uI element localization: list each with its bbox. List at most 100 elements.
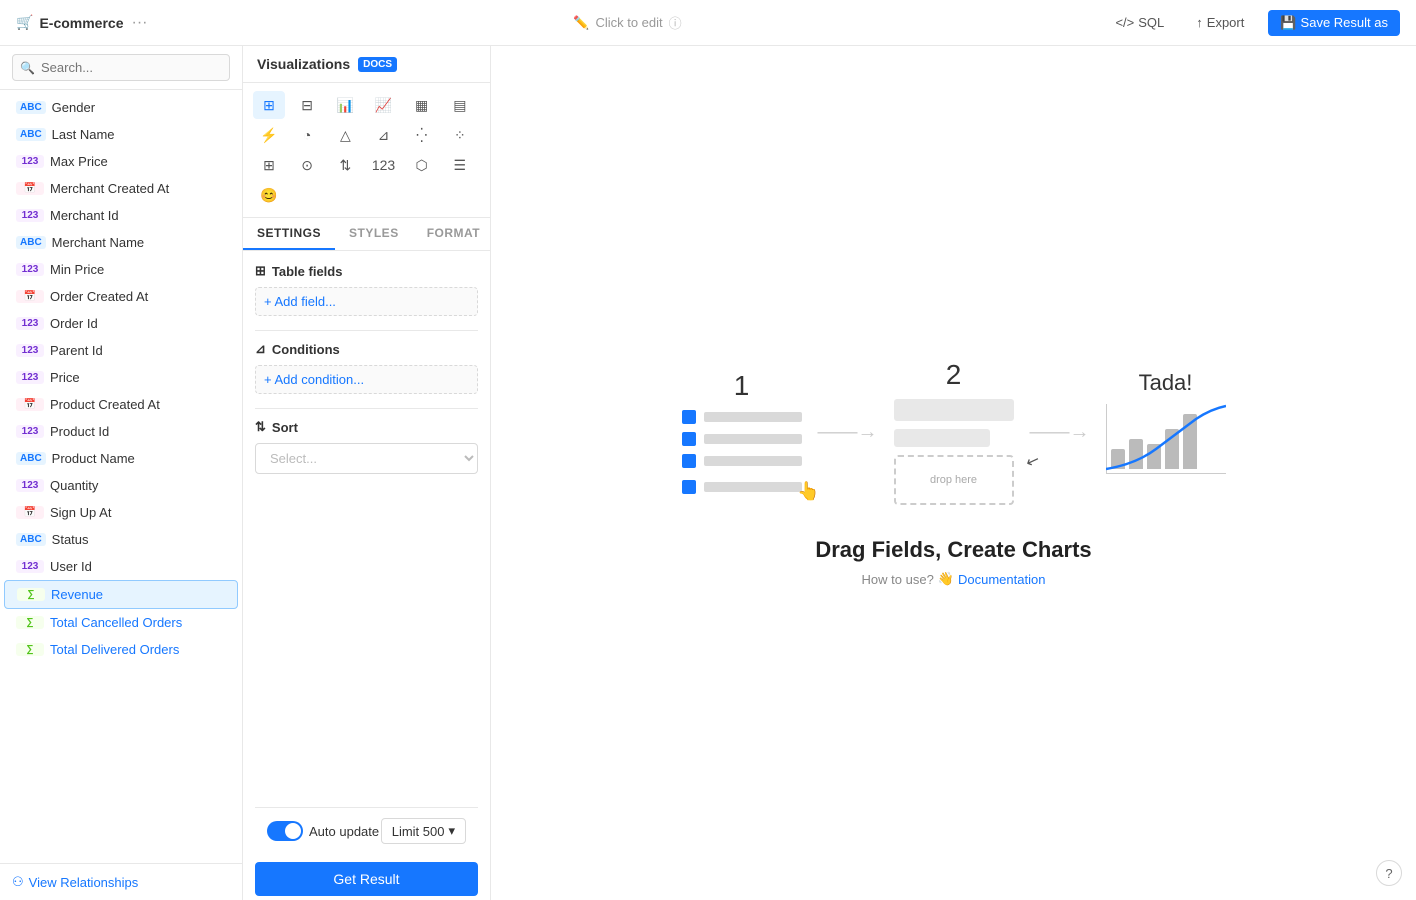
main-canvas: 1 👆 ——→ 2: [491, 46, 1416, 900]
number-icon-btn[interactable]: 123: [368, 151, 400, 179]
table-icon: ⊞: [255, 263, 266, 279]
field-item-left: 123 User Id: [16, 559, 92, 574]
steps-icon-btn[interactable]: ☰: [444, 151, 476, 179]
info-icon: ⓘ: [669, 13, 682, 32]
table-icon-btn[interactable]: ⊞: [253, 91, 285, 119]
gauge-icon-btn[interactable]: ⊙: [291, 151, 323, 179]
cursor-icon: 👆: [797, 481, 819, 502]
drag-arrow-icon: ↙: [1023, 449, 1042, 472]
field-item-left: 📅 Merchant Created At: [16, 181, 169, 196]
bar-chart-icon-btn[interactable]: 📊: [329, 91, 361, 119]
main-layout: 🔍 ABC Gender ⠿ ABC Last Name ⠿ 123 Max P…: [0, 46, 1416, 900]
app-brand: 🛒 E-commerce: [16, 14, 123, 31]
field-type-badge: 123: [16, 317, 44, 330]
field-item[interactable]: ∑ Revenue ⠿: [4, 580, 238, 609]
help-button[interactable]: ?: [1376, 860, 1402, 886]
field-name: Product Id: [50, 424, 109, 439]
sort-icon-btn[interactable]: ⇅: [329, 151, 361, 179]
viz-tab-format[interactable]: FORMAT: [413, 218, 494, 250]
field-item[interactable]: 123 Quantity ⠿: [4, 472, 238, 499]
pivot-icon-btn[interactable]: ⊟: [291, 91, 323, 119]
field-item[interactable]: ABC Last Name ⠿: [4, 121, 238, 148]
field-item[interactable]: 123 User Id ⠿: [4, 553, 238, 580]
drag-create-illustration: 1 👆 ——→ 2: [682, 359, 1226, 587]
chart-preview: [1106, 404, 1226, 494]
add-condition-button[interactable]: + Add condition...: [255, 365, 478, 394]
documentation-link[interactable]: Documentation: [958, 572, 1045, 587]
field-type-badge: 123: [16, 479, 44, 492]
field-name: Status: [52, 532, 89, 547]
field-item[interactable]: ABC Merchant Name ⠿: [4, 229, 238, 256]
field-name: Sign Up At: [50, 505, 111, 520]
field-type-badge: 📅: [16, 506, 44, 519]
field-type-badge: 123: [16, 209, 44, 222]
divider-2: [255, 408, 478, 409]
flow-step-2: 2 drop here ↙: [894, 359, 1014, 505]
save-result-button[interactable]: 💾 Save Result as: [1268, 10, 1400, 36]
field-item[interactable]: 📅 Order Created At ⠿: [4, 283, 238, 310]
field-item[interactable]: 📅 Product Created At ⠿: [4, 391, 238, 418]
field-item[interactable]: ABC Product Name ⠿: [4, 445, 238, 472]
field-item-left: 📅 Sign Up At: [16, 505, 111, 520]
field-item[interactable]: ∑ Total Delivered Orders ⠿: [4, 636, 238, 663]
field-item[interactable]: 123 Product Id ⠿: [4, 418, 238, 445]
list-preview: 👆: [682, 410, 802, 494]
field-name: Gender: [52, 100, 95, 115]
grid-icon-btn[interactable]: ⊞: [253, 151, 285, 179]
flow-step-1: 1 👆: [682, 370, 802, 494]
field-name: Total Cancelled Orders: [50, 615, 182, 630]
conditions-header: ⊿ Conditions: [255, 341, 478, 357]
pie-chart-icon-btn[interactable]: ◔: [291, 121, 323, 149]
hex-icon-btn[interactable]: ⬡: [406, 151, 438, 179]
bubble-icon-btn[interactable]: ⁘: [444, 121, 476, 149]
hand-icon: 👋: [938, 571, 954, 587]
view-relationships-button[interactable]: ⚇ View Relationships: [12, 874, 230, 890]
area-chart-icon-btn[interactable]: ▤: [444, 91, 476, 119]
sidebar-search-area: 🔍: [0, 46, 242, 90]
line-chart-icon-btn[interactable]: 📈: [368, 91, 400, 119]
sidebar-footer: ⚇ View Relationships: [0, 863, 242, 900]
brand-name: E-commerce: [39, 15, 123, 31]
field-item-left: ABC Status: [16, 532, 89, 547]
field-name: Merchant Id: [50, 208, 119, 223]
search-input[interactable]: [12, 54, 230, 81]
field-type-badge: ∑: [16, 616, 44, 629]
sql-button[interactable]: </> SQL: [1107, 11, 1172, 34]
field-item[interactable]: 123 Merchant Id ⠿: [4, 202, 238, 229]
combo-chart-icon-btn[interactable]: ⚡: [253, 121, 285, 149]
viz-tab-settings[interactable]: SETTINGS: [243, 218, 335, 250]
sort-select[interactable]: Select...: [255, 443, 478, 474]
viz-tab-styles[interactable]: STYLES: [335, 218, 413, 250]
heatmap-icon-btn[interactable]: ⁛: [406, 121, 438, 149]
field-item[interactable]: 📅 Sign Up At ⠿: [4, 499, 238, 526]
field-name: Total Delivered Orders: [50, 642, 179, 657]
docs-badge[interactable]: DOCS: [358, 57, 397, 72]
field-item[interactable]: 123 Price ⠿: [4, 364, 238, 391]
pencil-icon: ✏️: [573, 15, 589, 31]
limit-button[interactable]: Limit 500 ▾: [381, 818, 466, 844]
fields-list: ABC Gender ⠿ ABC Last Name ⠿ 123 Max Pri…: [0, 90, 242, 863]
get-result-button[interactable]: Get Result: [255, 862, 478, 896]
field-type-badge: 123: [16, 155, 44, 168]
funnel-icon-btn[interactable]: △: [329, 121, 361, 149]
field-name: Min Price: [50, 262, 104, 277]
field-item[interactable]: ABC Gender ⠿: [4, 94, 238, 121]
export-button[interactable]: ↑ Export: [1188, 11, 1252, 34]
field-item[interactable]: 123 Parent Id ⠿: [4, 337, 238, 364]
add-field-button[interactable]: + Add field...: [255, 287, 478, 316]
more-menu-icon[interactable]: ···: [131, 14, 147, 32]
auto-update-toggle[interactable]: [267, 821, 303, 841]
field-item[interactable]: 📅 Merchant Created At ⠿: [4, 175, 238, 202]
field-item[interactable]: 123 Max Price ⠿: [4, 148, 238, 175]
scatter-icon-btn[interactable]: ⊿: [368, 121, 400, 149]
column-chart-icon-btn[interactable]: ▦: [406, 91, 438, 119]
field-item[interactable]: ABC Status ⠿: [4, 526, 238, 553]
field-name: Parent Id: [50, 343, 103, 358]
viz-footer: Auto update Limit 500 ▾: [255, 807, 478, 854]
emoji-icon-btn[interactable]: 😊: [253, 181, 285, 209]
table-fields-header: ⊞ Table fields: [255, 263, 478, 279]
field-item[interactable]: 123 Min Price ⠿: [4, 256, 238, 283]
viz-icon-grid: ⊞ ⊟ 📊 📈 ▦ ▤ ⚡ ◔ △ ⊿ ⁛ ⁘ ⊞ ⊙ ⇅ 123 ⬡ ☰ 😊: [243, 83, 490, 218]
field-item[interactable]: ∑ Total Cancelled Orders ⠿: [4, 609, 238, 636]
field-item[interactable]: 123 Order Id ⠿: [4, 310, 238, 337]
